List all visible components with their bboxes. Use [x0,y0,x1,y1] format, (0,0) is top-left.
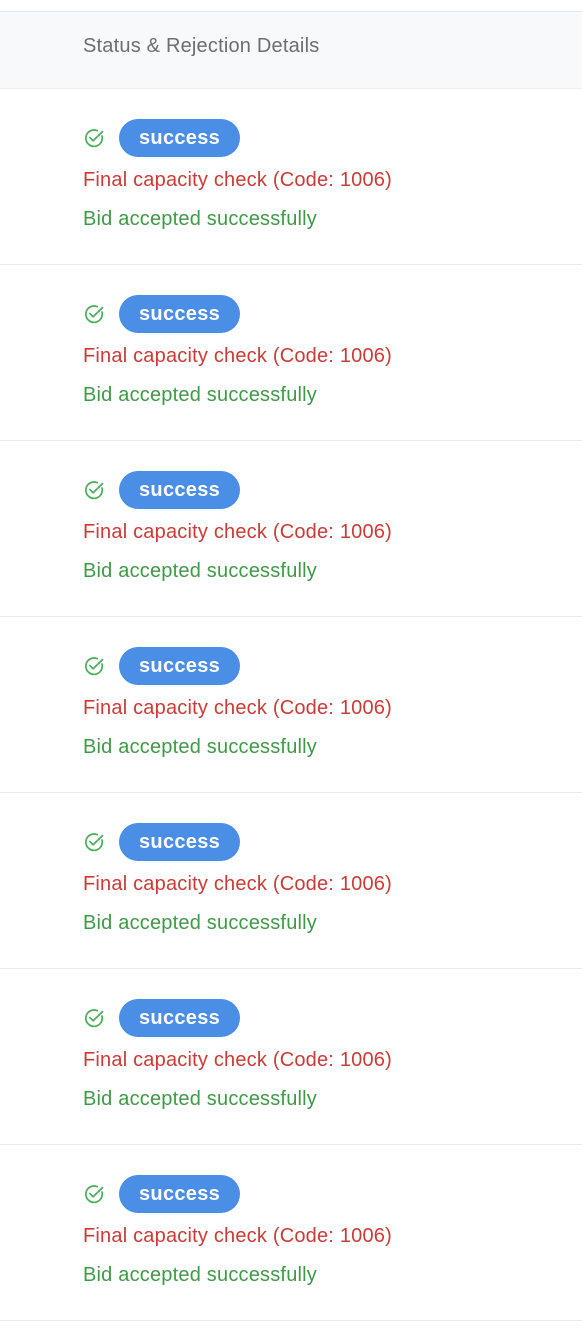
status-message: Bid accepted successfully [83,912,318,934]
status-badge: success [119,1175,241,1213]
status-message: Bid accepted successfully [83,384,318,406]
status-badge: success [119,823,241,861]
status-badge: success [119,295,241,333]
status-line: success [83,1175,241,1213]
check-circle-icon [83,303,105,325]
status-line: success [83,471,241,509]
table-row: success Final capacity check (Code: 1006… [0,793,582,969]
status-badge: success [119,119,241,157]
status-message: Bid accepted successfully [83,1264,318,1286]
status-message: Bid accepted successfully [83,560,318,582]
table-row: success Final capacity check (Code: 1006… [0,617,582,793]
table-row: success Final capacity check (Code: 1006… [0,969,582,1145]
status-message: Bid accepted successfully [83,1088,318,1110]
table-row: success Final capacity check (Code: 1006… [0,1145,582,1321]
rejection-reason: Final capacity check (Code: 1006) [83,521,392,543]
status-message: Bid accepted successfully [83,208,318,230]
rejection-reason: Final capacity check (Code: 1006) [83,1049,392,1071]
status-line: success [83,119,241,157]
check-circle-icon [83,479,105,501]
rejection-reason: Final capacity check (Code: 1006) [83,1225,392,1247]
check-circle-icon [83,1007,105,1029]
status-badge: success [119,999,241,1037]
table-row: success Final capacity check (Code: 1006… [0,441,582,617]
table-row: success Final capacity check (Code: 1006… [0,89,582,265]
check-circle-icon [83,655,105,677]
status-table: Status & Rejection Details success Final… [0,11,582,1321]
status-message: Bid accepted successfully [83,736,318,758]
table-header: Status & Rejection Details [0,12,582,89]
check-circle-icon [83,1183,105,1205]
rejection-reason: Final capacity check (Code: 1006) [83,169,392,191]
status-line: success [83,647,241,685]
check-circle-icon [83,127,105,149]
column-header-status: Status & Rejection Details [83,35,320,57]
status-line: success [83,295,241,333]
status-line: success [83,823,241,861]
status-line: success [83,999,241,1037]
check-circle-icon [83,831,105,853]
rejection-reason: Final capacity check (Code: 1006) [83,873,392,895]
rejection-reason: Final capacity check (Code: 1006) [83,345,392,367]
table-row: success Final capacity check (Code: 1006… [0,265,582,441]
rejection-reason: Final capacity check (Code: 1006) [83,697,392,719]
status-badge: success [119,647,241,685]
status-badge: success [119,471,241,509]
